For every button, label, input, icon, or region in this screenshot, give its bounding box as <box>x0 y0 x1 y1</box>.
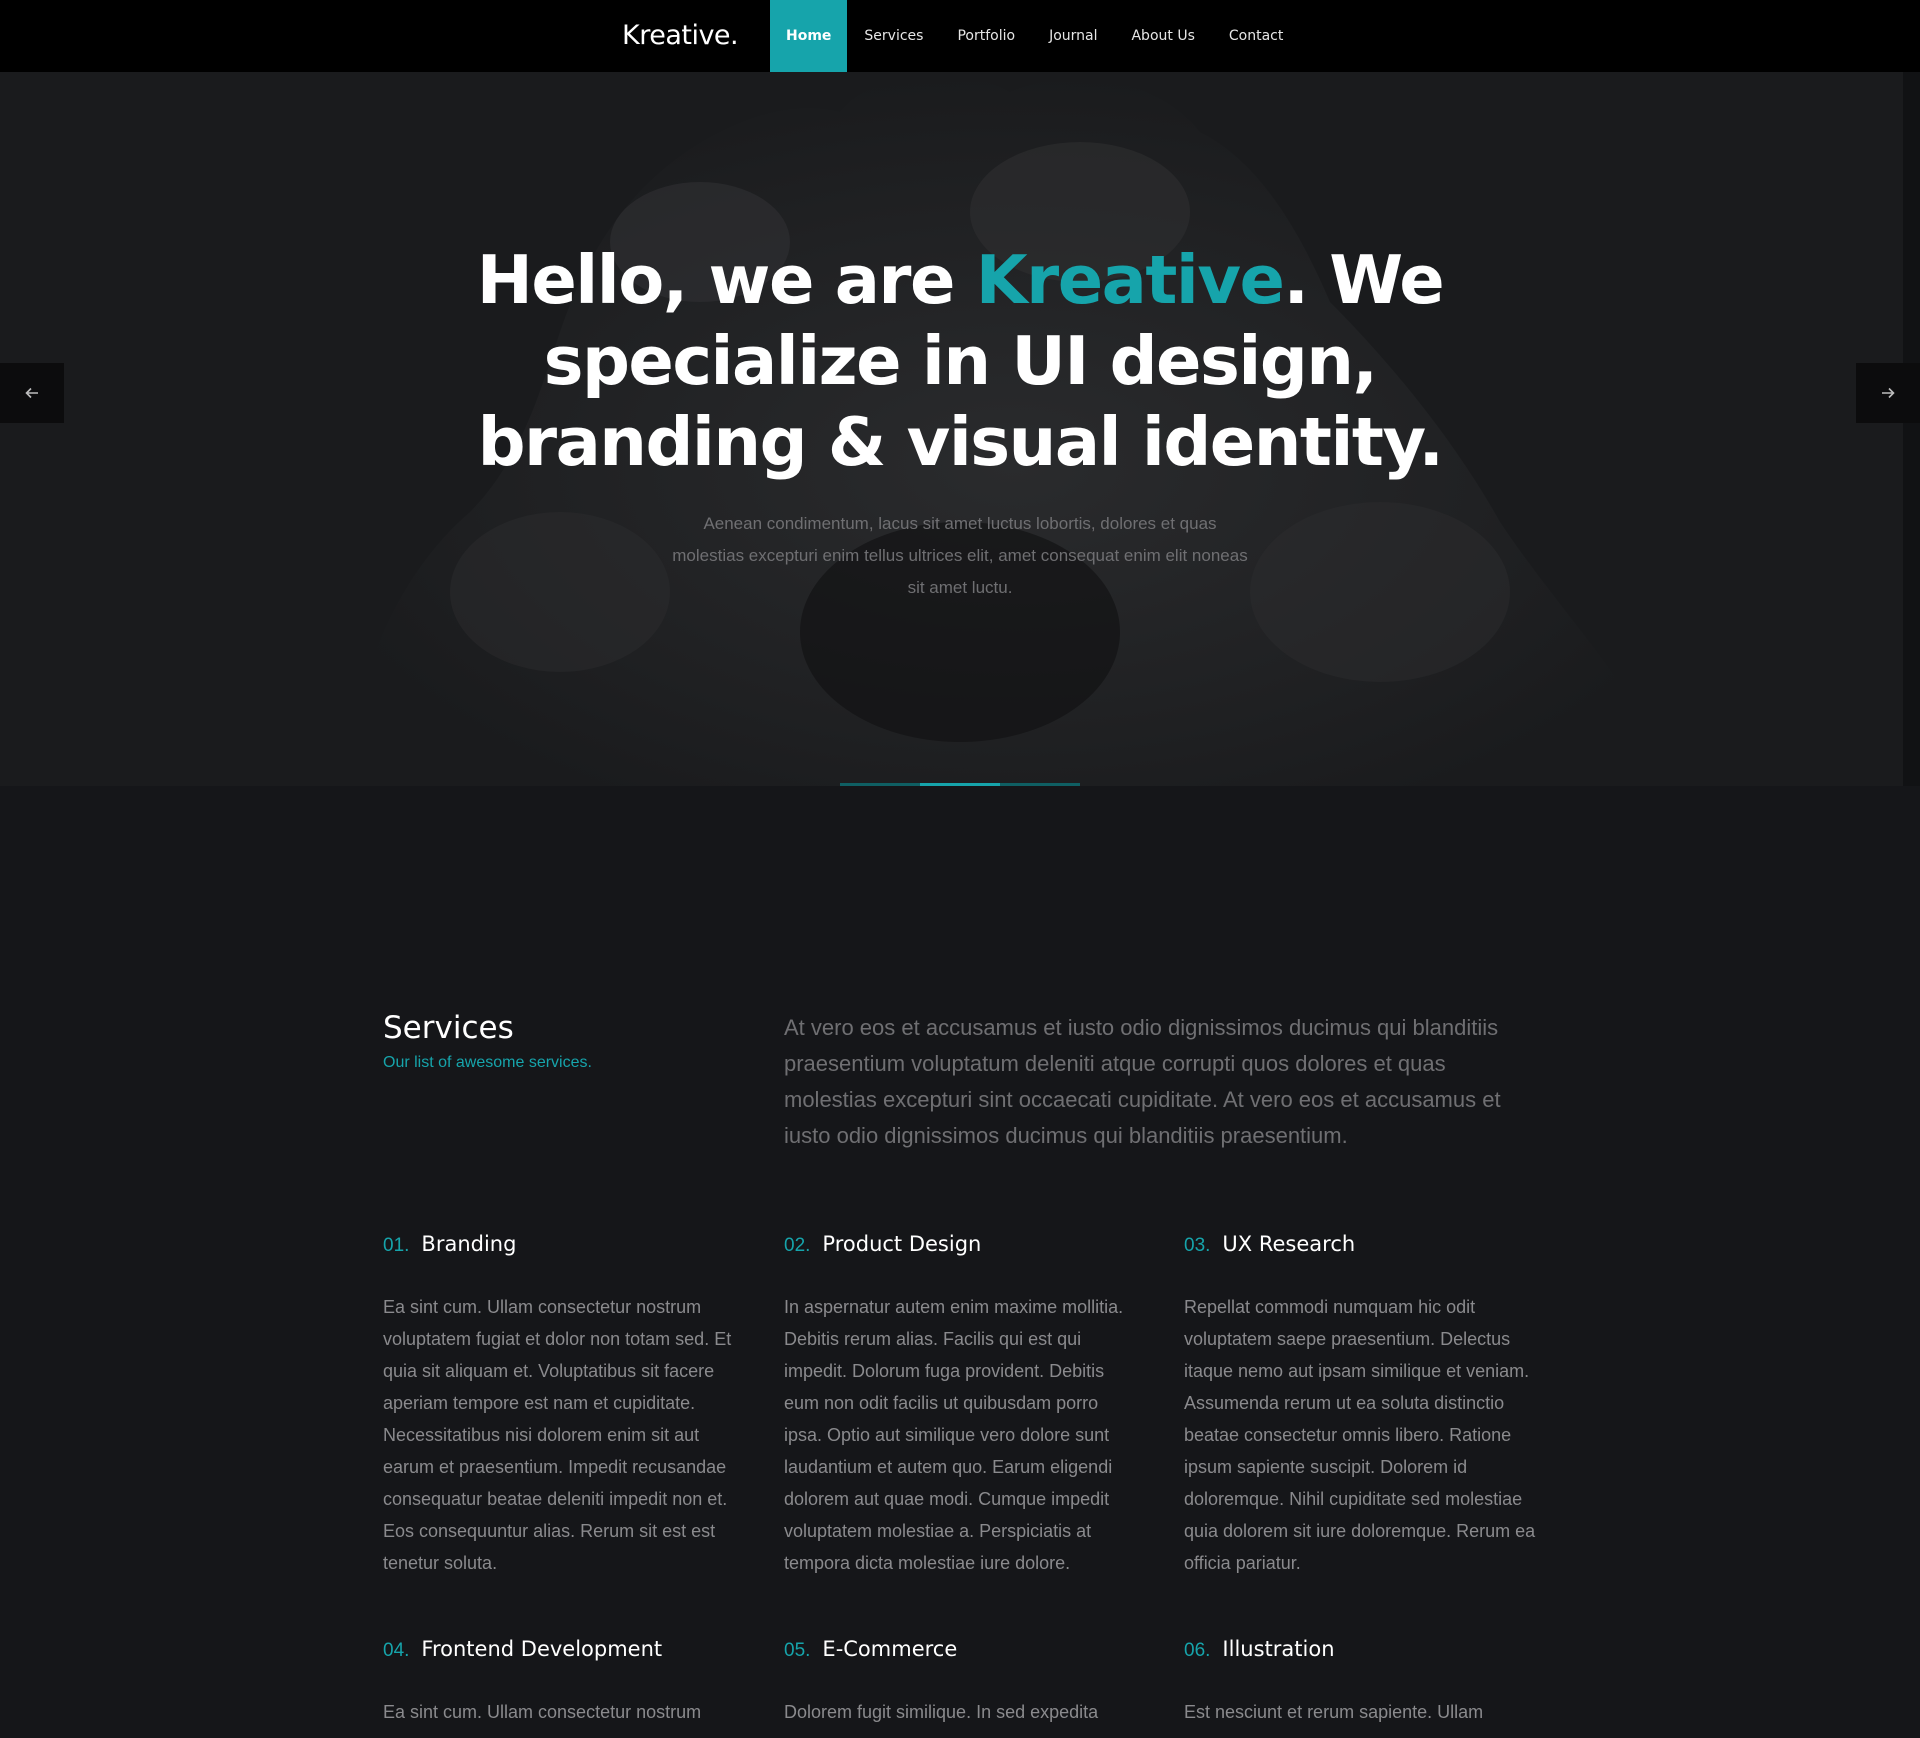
services-title: Services <box>383 1010 514 1046</box>
service-number: 04. <box>383 1640 410 1661</box>
arrow-left-icon <box>25 387 38 399</box>
slider-prev-button[interactable] <box>0 363 64 423</box>
site-logo[interactable]: Kreative. <box>622 20 739 51</box>
service-title: UX Research <box>1222 1232 1356 1256</box>
service-number: 02. <box>784 1235 811 1256</box>
hero-subtitle: Aenean condimentum, lacus sit amet luctu… <box>672 514 1248 597</box>
service-text: Repellat commodi numquam hic odit volupt… <box>1184 1297 1536 1573</box>
service-card-e-commerce: 05. E-Commerce Dolorem fugit similique. I… <box>784 1637 1134 1728</box>
nav-item-portfolio[interactable]: Portfolio <box>940 0 1032 72</box>
service-title: Product Design <box>822 1232 982 1256</box>
service-text: Dolorem fugit similique. In sed expedita <box>784 1702 1099 1722</box>
service-text: In aspernatur autem enim maxime mollitia… <box>784 1297 1124 1573</box>
hero-headline: Hello, we are Kreative. We specialize in… <box>470 240 1450 483</box>
service-card-branding: 01. Branding Ea sint cum. Ullam consectet… <box>383 1232 743 1579</box>
slider-dot-1[interactable] <box>840 783 920 786</box>
services-intro: At vero eos et accusamus et iusto odio d… <box>784 1015 1501 1148</box>
service-number: 01. <box>383 1235 410 1256</box>
service-title: Illustration <box>1222 1637 1335 1661</box>
nav-item-contact[interactable]: Contact <box>1212 0 1300 72</box>
service-number: 05. <box>784 1640 811 1661</box>
service-number: 06. <box>1184 1640 1211 1661</box>
service-card-ux-research: 03. UX Research Repellat commodi numquam … <box>1184 1232 1544 1579</box>
services-tagline: Our list of awesome services. <box>383 1054 592 1071</box>
service-card-product-design: 02. Product Design In aspernatur autem en… <box>784 1232 1134 1579</box>
service-title: E-Commerce <box>822 1637 958 1661</box>
main-nav: Home Services Portfolio Journal About Us… <box>770 0 1300 72</box>
service-card-illustration: 06. Illustration Est nesciunt et rerum sa… <box>1184 1637 1544 1728</box>
service-title: Frontend Development <box>421 1637 663 1661</box>
slider-dot-2[interactable] <box>920 783 1000 786</box>
nav-item-services[interactable]: Services <box>847 0 940 72</box>
slider-pagination <box>840 783 1080 786</box>
slider-next-button[interactable] <box>1856 363 1920 423</box>
nav-item-journal[interactable]: Journal <box>1032 0 1114 72</box>
hero-headline-accent: Kreative <box>975 241 1285 319</box>
service-text: Est nesciunt et rerum sapiente. Ullam <box>1184 1702 1484 1722</box>
service-text: Ea sint cum. Ullam consectetur nostrum v… <box>383 1297 732 1573</box>
service-text: Ea sint cum. Ullam consectetur nostrum <box>383 1702 702 1722</box>
arrow-right-icon <box>1882 387 1895 399</box>
nav-item-home[interactable]: Home <box>770 0 848 72</box>
hero-slider: Hello, we are Kreative. We specialize in… <box>0 72 1920 786</box>
hero-scroll-edge <box>1903 72 1920 786</box>
hero-headline-part1: Hello, we are <box>476 241 976 319</box>
site-header: Kreative. Home Services Portfolio Journa… <box>0 0 1920 72</box>
nav-item-about-us[interactable]: About Us <box>1114 0 1211 72</box>
slider-dot-3[interactable] <box>1000 783 1080 786</box>
service-card-frontend-development: 04. Frontend Development Ea sint cum. Ull… <box>383 1637 743 1728</box>
service-title: Branding <box>421 1232 517 1256</box>
service-number: 03. <box>1184 1235 1211 1256</box>
